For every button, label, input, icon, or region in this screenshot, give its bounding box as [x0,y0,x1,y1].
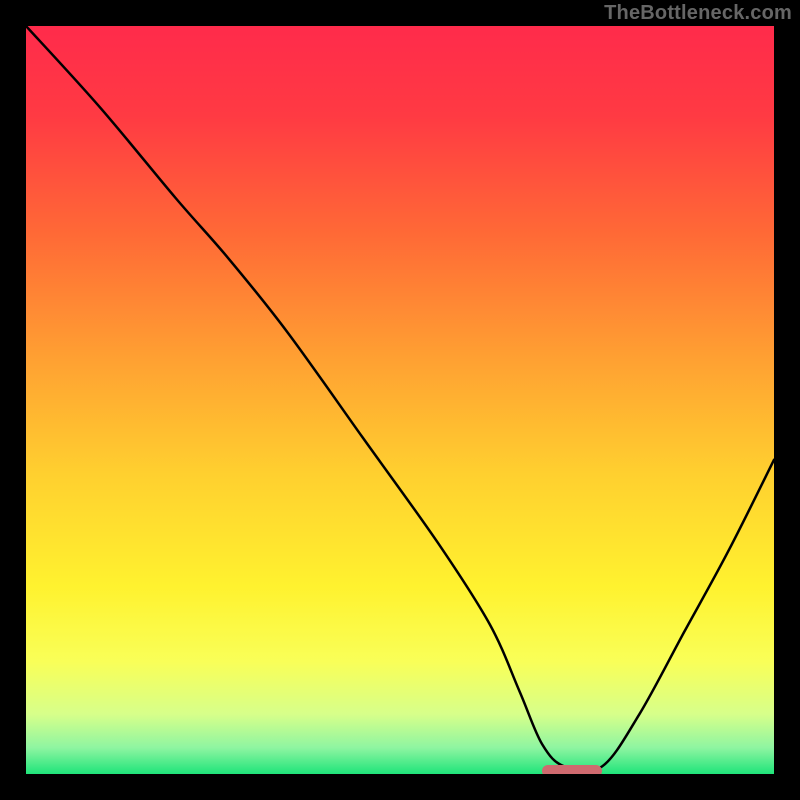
watermark-text: TheBottleneck.com [604,2,792,25]
chart-frame: TheBottleneck.com [0,0,800,800]
plot-svg [26,26,774,774]
gradient-rect [26,26,774,774]
plot-area [26,26,774,774]
optimal-range-marker [542,765,602,774]
